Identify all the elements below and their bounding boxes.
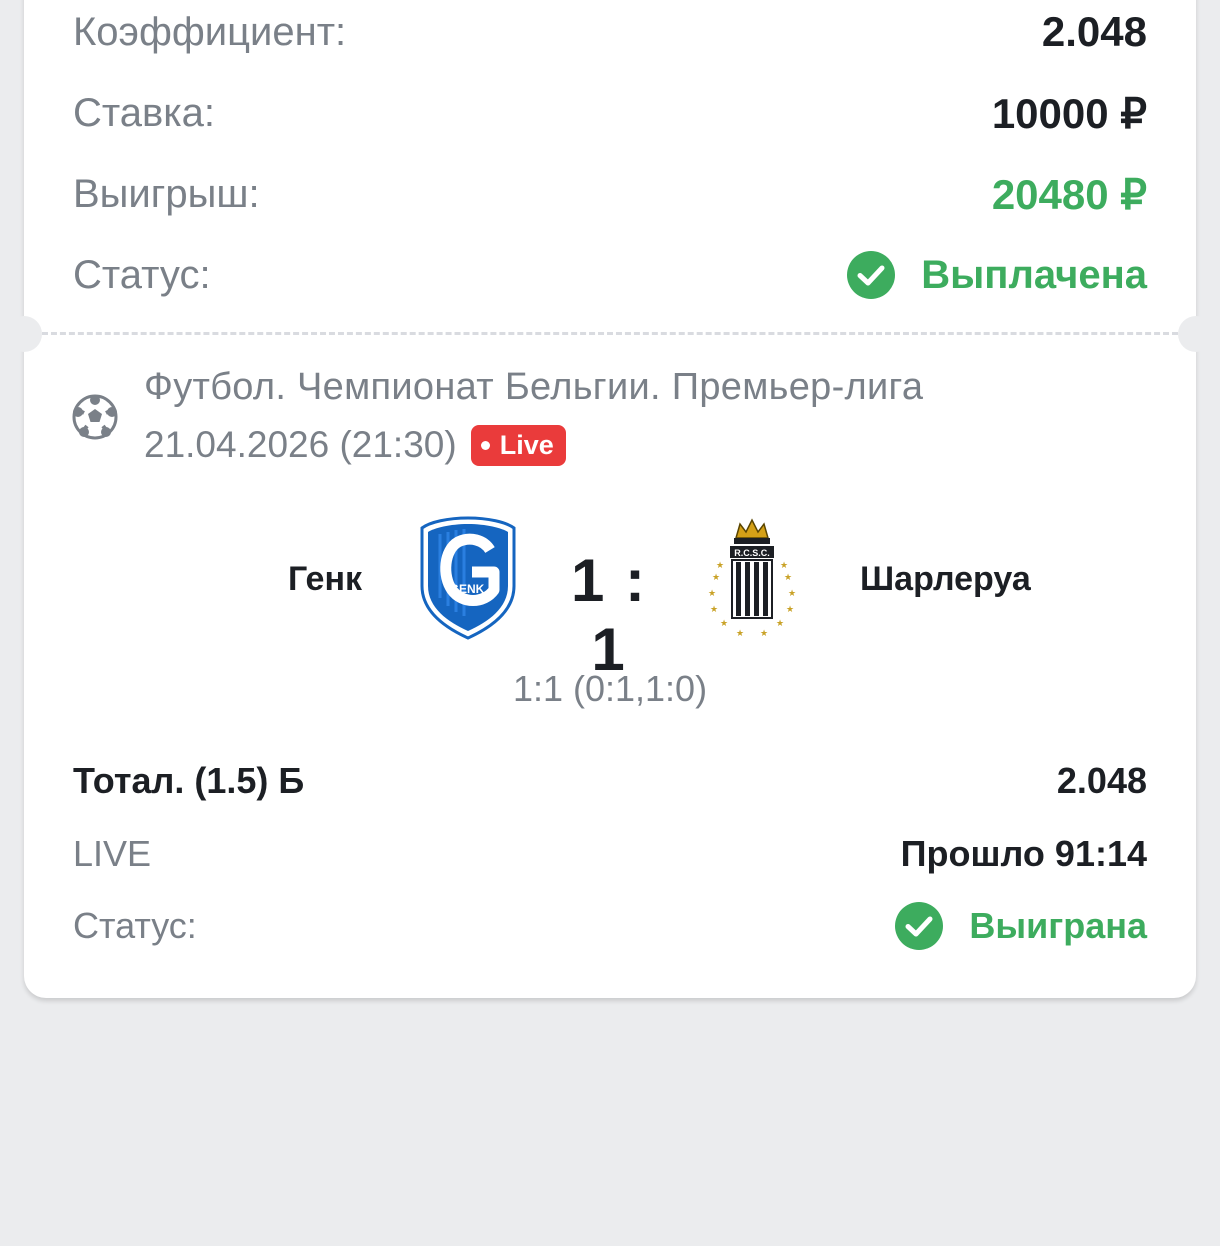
bet-mode: LIVE — [73, 833, 152, 874]
live-badge: Live — [470, 424, 566, 466]
bet-mode-row: LIVE Прошло 91:14 — [73, 833, 1147, 875]
live-dot-icon — [480, 440, 490, 450]
live-badge-label: Live — [499, 429, 554, 460]
odds-value: 2.048 — [1041, 8, 1147, 55]
svg-text:★: ★ — [786, 605, 794, 615]
bet-status-value: Выиграна — [969, 905, 1147, 946]
ticket-status: Выплачена — [847, 251, 1147, 299]
stake-value: 10000 ₽ — [991, 90, 1147, 137]
status-value: Выплачена — [921, 252, 1147, 297]
win-value: 20480 ₽ — [991, 171, 1147, 218]
match-score: 1 : 1 — [570, 547, 648, 683]
svg-text:★: ★ — [736, 629, 744, 639]
bet-odds: 2.048 — [1056, 760, 1147, 801]
svg-text:★: ★ — [784, 573, 792, 583]
status-label: Статус: — [73, 252, 211, 297]
svg-text:★: ★ — [776, 619, 784, 629]
event-dateline: 21.04.2026 (21:30) Live — [144, 424, 566, 466]
charleroi-logo-text: R.C.S.C. — [734, 548, 770, 558]
svg-text:★: ★ — [710, 605, 718, 615]
away-team-name: Шарлеруа — [860, 560, 1031, 598]
bet-market: Тотал. (1.5) Б — [73, 760, 305, 801]
league-title: Футбол. Чемпионат Бельгии. Премьер-лига — [144, 366, 924, 408]
charleroi-logo: R.C.S.C. ★ ★ ★ ★ ★ ★ ★ ★ ★ ★ ★ ★ — [708, 518, 796, 639]
svg-text:★: ★ — [708, 589, 716, 599]
odds-row: Коэффициент: 2.048 — [73, 8, 1147, 56]
ticket-notch-left — [6, 316, 42, 352]
event-date: 21.04.2026 (21:30) — [144, 424, 457, 465]
svg-text:★: ★ — [788, 589, 796, 599]
svg-text:★: ★ — [760, 629, 768, 639]
odds-label: Коэффициент: — [73, 9, 347, 54]
svg-text:★: ★ — [716, 561, 724, 571]
stake-row: Ставка: 10000 ₽ — [73, 89, 1147, 138]
bet-elapsed: Прошло 91:14 — [900, 833, 1147, 874]
win-row: Выигрыш: 20480 ₽ — [73, 170, 1147, 219]
bet-status-row: Статус: Выиграна — [73, 902, 1147, 950]
svg-text:★: ★ — [712, 573, 720, 583]
check-circle-icon — [895, 902, 944, 950]
bet-market-row: Тотал. (1.5) Б 2.048 — [73, 760, 1147, 802]
ticket-divider — [42, 332, 1178, 335]
football-icon — [72, 394, 118, 440]
genk-logo: GENK — [420, 516, 516, 640]
score-detail: 1:1 (0:1,1:0) — [512, 668, 708, 709]
ticket-status-row: Статус: Выплачена — [73, 251, 1147, 299]
bet-status-label: Статус: — [73, 905, 197, 946]
home-team-name: Генк — [287, 560, 362, 598]
ticket-notch-right — [1178, 316, 1214, 352]
bet-ticket-card: Коэффициент: 2.048 Ставка: 10000 ₽ Выигр… — [6, 0, 1214, 998]
bet-status: Выиграна — [895, 902, 1147, 950]
svg-text:★: ★ — [780, 561, 788, 571]
check-circle-icon — [847, 251, 896, 299]
stake-label: Ставка: — [73, 91, 215, 135]
svg-text:★: ★ — [720, 619, 728, 629]
win-label: Выигрыш: — [73, 172, 260, 216]
genk-logo-text: GENK — [450, 582, 485, 596]
